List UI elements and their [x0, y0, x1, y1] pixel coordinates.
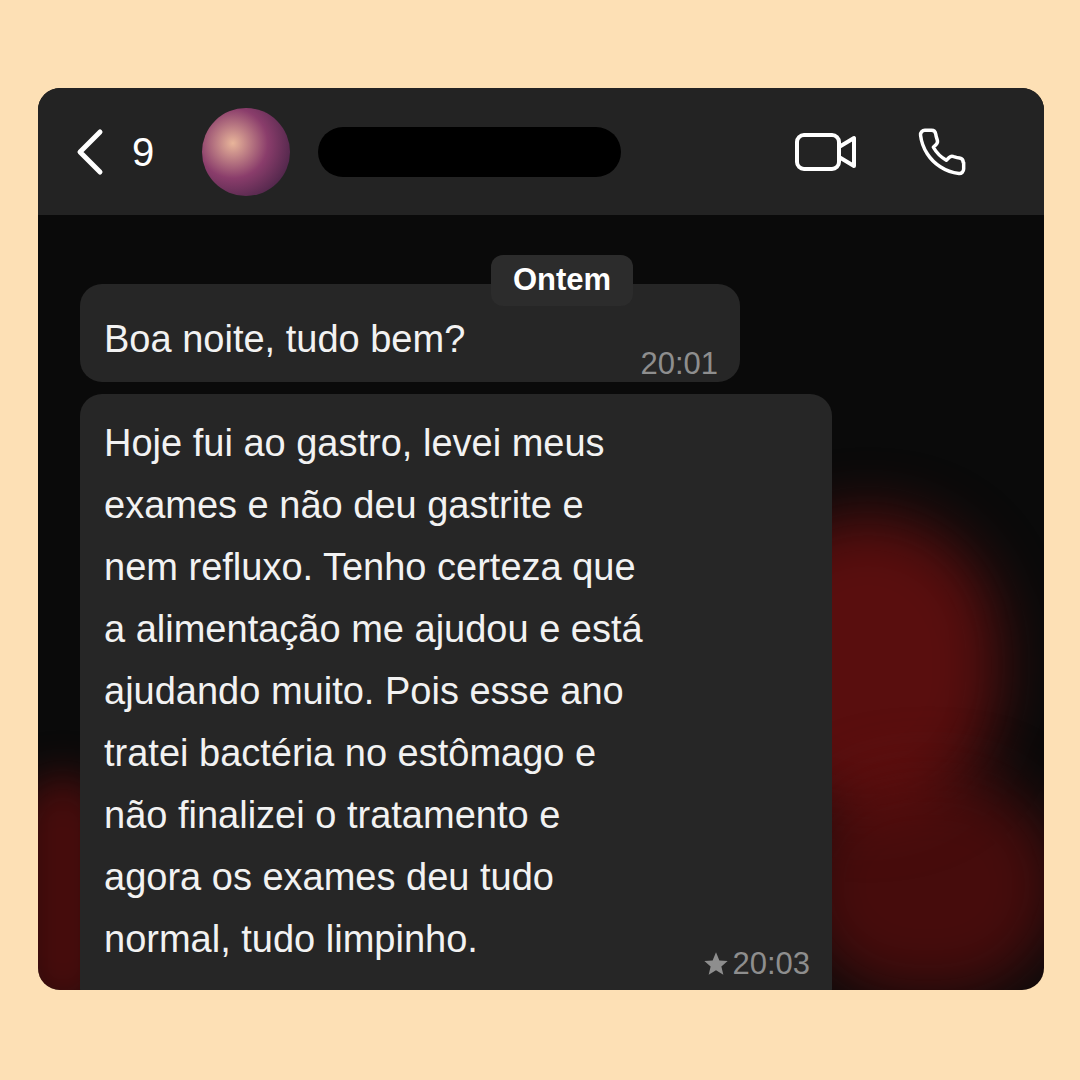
back-button[interactable]: 9	[72, 128, 154, 176]
phone-icon[interactable]	[916, 126, 968, 178]
video-call-icon[interactable]	[794, 131, 858, 173]
message-time: 20:01	[640, 344, 718, 384]
chevron-left-icon	[72, 128, 106, 176]
message-line: ajudando muito. Pois esse ano	[104, 670, 624, 712]
message-line: exames e não deu gastrite e	[104, 484, 584, 526]
chat-body: Ontem Boa noite, tudo bem? 20:01 Hoje fui …	[38, 215, 1044, 990]
message-line: Hoje fui ao gastro, levei meus	[104, 422, 605, 464]
message-line: normal, tudo limpinho.	[104, 908, 478, 970]
message-time: 20:03	[732, 944, 810, 984]
redacted-name	[318, 127, 621, 177]
message-bubble[interactable]: Boa noite, tudo bem? 20:01	[80, 284, 740, 382]
unread-count: 9	[132, 132, 154, 172]
contact-avatar[interactable]	[202, 108, 290, 196]
message-line: Boa noite, tudo bem?	[104, 308, 465, 370]
message-line: nem refluxo. Tenho certeza que	[104, 546, 636, 588]
chat-header: 9	[38, 88, 1044, 215]
date-label: Ontem	[491, 255, 633, 306]
star-icon	[702, 950, 730, 978]
message-line: a alimentação me ajudou e está	[104, 608, 643, 650]
message-meta: 20:03	[702, 944, 810, 984]
message-bubble[interactable]: Hoje fui ao gastro, levei meus exames e n…	[80, 394, 832, 991]
message-line: tratei bactéria no estômago e	[104, 732, 596, 774]
message-line: não finalizei o tratamento e	[104, 794, 560, 836]
chat-window: 9 Ontem Boa noite, tudo bem? 20:01 Hoje fu…	[38, 88, 1044, 990]
message-line: agora os exames deu tudo	[104, 856, 554, 898]
message-meta: 20:01	[640, 344, 718, 384]
